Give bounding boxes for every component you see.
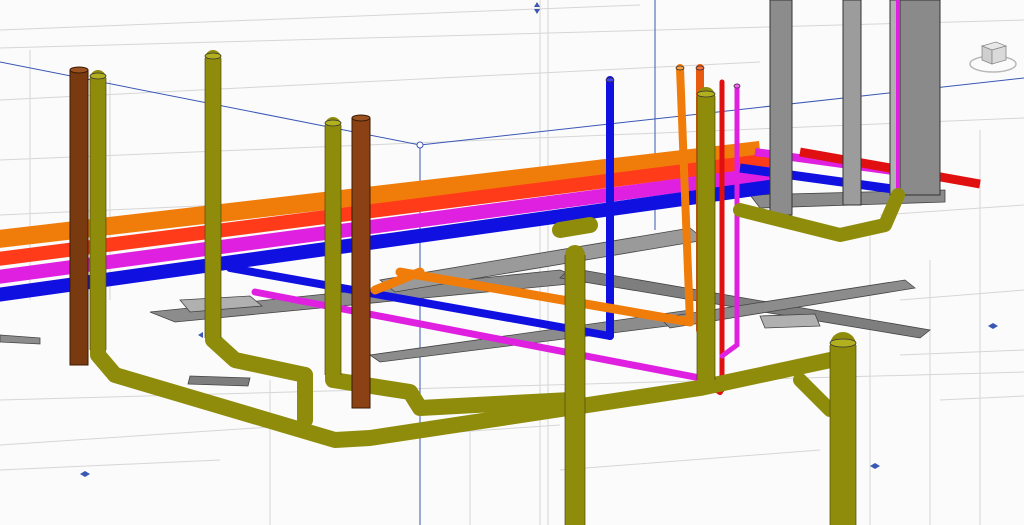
mep-3d-view[interactable] (0, 0, 1024, 525)
section-box-grip-icon (198, 332, 203, 338)
section-box-grip-icon (988, 323, 993, 329)
structural-columns[interactable] (769, 0, 941, 216)
section-box-grip-icon (85, 471, 90, 477)
section-box-grip-icon (993, 323, 998, 329)
section-box-grip-icon (534, 2, 540, 7)
section-box-grip-icon (870, 463, 875, 469)
section-box-grip-icon (875, 463, 880, 469)
3d-viewport[interactable] (0, 0, 1024, 525)
section-box-grip-icon (80, 471, 85, 477)
section-box-grip-icon (534, 9, 540, 14)
viewcube-icon[interactable] (968, 34, 1018, 78)
